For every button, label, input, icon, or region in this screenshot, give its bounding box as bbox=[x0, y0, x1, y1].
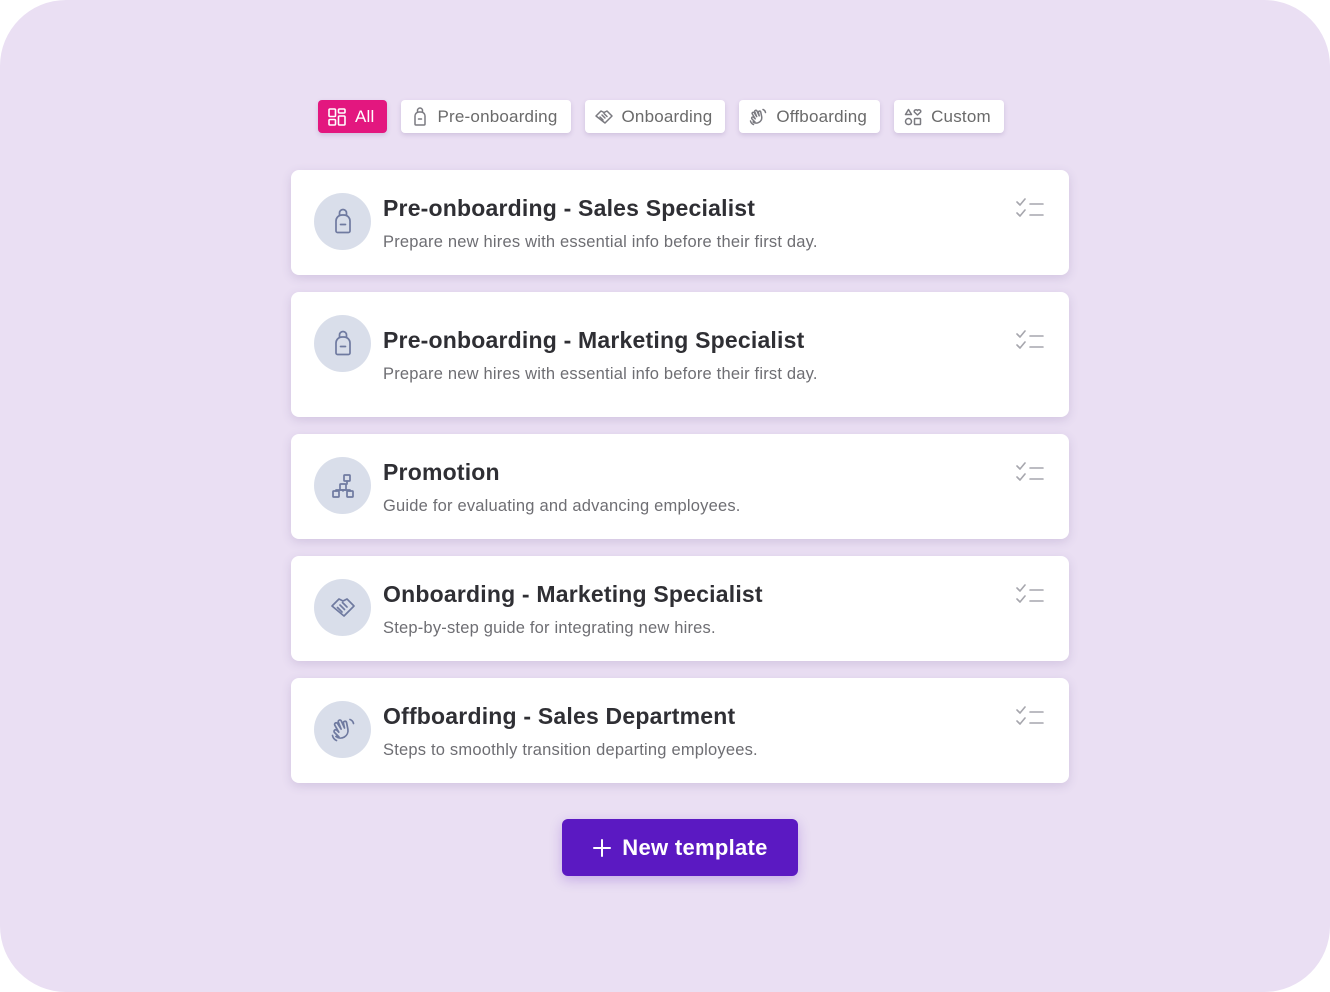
checklist-icon[interactable] bbox=[1015, 462, 1045, 484]
template-title: Pre-onboarding - Marketing Specialist bbox=[383, 327, 805, 353]
filter-bar: All Pre-onboarding Onboarding Offboardin… bbox=[318, 100, 1004, 133]
template-title: Promotion bbox=[383, 459, 500, 485]
template-description: Prepare new hires with essential info be… bbox=[383, 365, 818, 383]
template-title: Offboarding - Sales Department bbox=[383, 703, 736, 729]
template-card-pre-onboarding-marketing[interactable]: Pre-onboarding - Marketing Specialist Pr… bbox=[291, 292, 1069, 417]
template-title: Onboarding - Marketing Specialist bbox=[383, 581, 763, 607]
checklist-icon[interactable] bbox=[1015, 706, 1045, 728]
wave-hand-icon bbox=[748, 107, 768, 127]
template-avatar bbox=[314, 701, 371, 758]
plus-icon bbox=[593, 838, 612, 857]
backpack-icon bbox=[410, 106, 430, 127]
checklist-icon[interactable] bbox=[1015, 584, 1045, 606]
template-description: Guide for evaluating and advancing emplo… bbox=[383, 497, 741, 515]
filter-chip-label: Offboarding bbox=[776, 106, 868, 126]
template-card-promotion[interactable]: Promotion Guide for evaluating and advan… bbox=[291, 434, 1069, 539]
new-template-button[interactable]: New template bbox=[562, 819, 798, 876]
handshake-icon bbox=[330, 597, 355, 617]
filter-chip-offboarding[interactable]: Offboarding bbox=[739, 100, 881, 133]
filter-chip-custom[interactable]: Custom bbox=[894, 100, 1004, 133]
template-card-offboarding-sales[interactable]: Offboarding - Sales Department Steps to … bbox=[291, 678, 1069, 783]
filter-chip-label: Pre-onboarding bbox=[437, 106, 558, 126]
checklist-icon[interactable] bbox=[1015, 330, 1045, 352]
template-description: Prepare new hires with essential info be… bbox=[383, 233, 818, 251]
app-canvas: All Pre-onboarding Onboarding Offboardin… bbox=[0, 0, 1330, 992]
template-card-pre-onboarding-sales[interactable]: Pre-onboarding - Sales Specialist Prepar… bbox=[291, 170, 1069, 275]
grid-icon bbox=[327, 107, 347, 127]
filter-chip-onboarding[interactable]: Onboarding bbox=[584, 100, 726, 133]
handshake-icon bbox=[594, 107, 614, 127]
filter-chip-all[interactable]: All bbox=[318, 100, 387, 133]
new-template-label: New template bbox=[622, 834, 768, 860]
template-title: Pre-onboarding - Sales Specialist bbox=[383, 195, 756, 221]
filter-chip-label: All bbox=[355, 106, 375, 126]
filter-chip-label: Onboarding bbox=[621, 106, 713, 126]
template-description: Step-by-step guide for integrating new h… bbox=[383, 619, 716, 637]
backpack-icon bbox=[334, 330, 351, 355]
backpack-icon bbox=[334, 208, 351, 233]
template-avatar bbox=[314, 315, 371, 372]
template-avatar bbox=[314, 193, 371, 250]
org-chart-icon bbox=[331, 473, 354, 498]
template-avatar bbox=[314, 579, 371, 636]
filter-chip-label: Custom bbox=[931, 106, 991, 126]
wave-hand-icon bbox=[331, 718, 354, 741]
filter-chip-pre-onboarding[interactable]: Pre-onboarding bbox=[400, 100, 571, 133]
template-avatar bbox=[314, 457, 371, 514]
shapes-icon bbox=[903, 107, 923, 127]
template-description: Steps to smoothly transition departing e… bbox=[383, 741, 758, 759]
checklist-icon[interactable] bbox=[1015, 198, 1045, 220]
template-card-onboarding-marketing[interactable]: Onboarding - Marketing Specialist Step-b… bbox=[291, 556, 1069, 661]
